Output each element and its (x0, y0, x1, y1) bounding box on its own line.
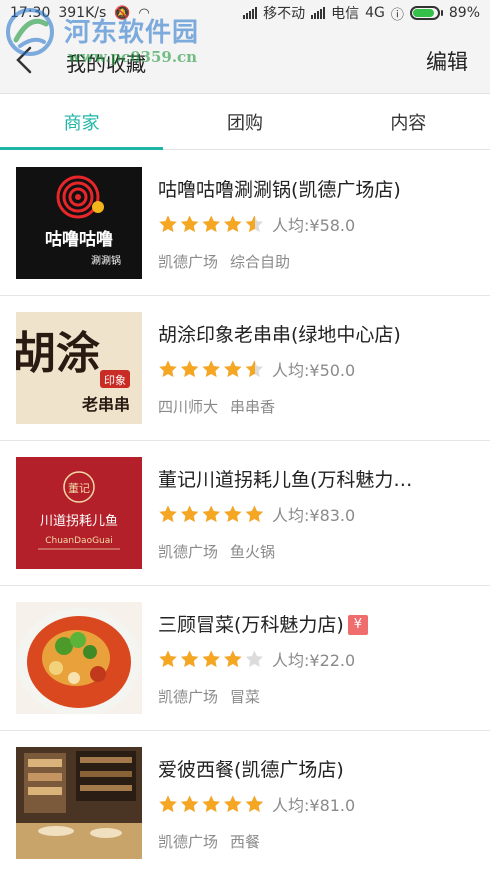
status-bar: 17:30 391K/s 🔕 ◠ 移不动 电信 4G ⓘ 89% (0, 0, 490, 26)
average-price: 人均:¥58.0 (272, 216, 356, 235)
svg-text:董记: 董记 (68, 482, 90, 495)
merchant-tags: 凯德广场 综合自助 (158, 251, 290, 272)
wifi-icon: ◠ (138, 5, 150, 21)
tab-group-buy[interactable]: 团购 (163, 94, 326, 149)
battery-percent: 89% (448, 5, 480, 21)
average-price: 人均:¥81.0 (272, 796, 356, 815)
merchant-name: 胡涂印象老串串(绿地中心店) (158, 324, 401, 346)
merchant-name: 三顾冒菜(万科魅力店) ¥ (158, 610, 476, 637)
average-price: 人均:¥50.0 (272, 361, 356, 380)
average-price: 人均:¥22.0 (272, 651, 356, 670)
star-rating (158, 358, 266, 380)
edit-button[interactable]: 编辑 (426, 46, 468, 76)
merchant-tags: 凯德广场 西餐 (158, 831, 260, 852)
svg-text:印象: 印象 (104, 374, 126, 387)
merchant-tags: 凯德广场 冒菜 (158, 686, 260, 707)
list-item[interactable]: 董记 川道拐耗儿鱼 ChuanDaoGuai 董记川道拐耗儿鱼(万科魅力… 人均… (0, 441, 490, 586)
charging-icon: ⓘ (390, 7, 404, 23)
restaurant-interior-image (16, 747, 142, 859)
favorites-list: 咕噜咕噜 涮涮锅 咕噜咕噜涮涮锅(凯德广场店) 人均:¥58.0 凯德广场 综合… (0, 151, 490, 870)
list-item[interactable]: 爱彼西餐(凯德广场店) 人均:¥81.0 凯德广场 西餐 (0, 731, 490, 870)
signal-icon (311, 7, 326, 19)
back-arrow-icon (16, 46, 32, 74)
star-rating (158, 648, 266, 670)
category-tag: 串串香 (230, 398, 276, 416)
svg-text:咕噜咕噜: 咕噜咕噜 (45, 229, 113, 250)
svg-text:涮涮锅: 涮涮锅 (91, 255, 121, 267)
tab-bar: 商家 团购 内容 (0, 94, 490, 150)
merchant-tags: 四川师大 串串香 (158, 396, 275, 417)
hotpot-logo-image: 咕噜咕噜 涮涮锅 (45, 175, 121, 267)
status-network-type: 4G (365, 5, 385, 21)
star-rating (158, 793, 266, 815)
merchant-thumbnail: 胡涂 印象 老串串 (16, 312, 142, 424)
star-rating-fill (158, 358, 256, 380)
tab-merchants[interactable]: 商家 (0, 94, 164, 150)
status-carrier-2: 电信 (331, 6, 360, 22)
area-tag: 四川师大 (158, 398, 219, 416)
status-carrier-1: 移不动 (263, 6, 306, 22)
status-net-speed: 391K/s (58, 5, 107, 21)
rating-row: 人均:¥83.0 (158, 503, 355, 525)
svg-text:ChuanDaoGuai: ChuanDaoGuai (45, 536, 113, 546)
page-title: 我的收藏 (66, 52, 146, 76)
status-time: 17:30 (10, 5, 51, 21)
area-tag: 凯德广场 (158, 543, 219, 561)
merchant-tags: 凯德广场 鱼火锅 (158, 541, 275, 562)
battery-icon (409, 6, 443, 20)
area-tag: 凯德广场 (158, 833, 219, 851)
rating-row: 人均:¥50.0 (158, 358, 355, 380)
list-item[interactable]: 咕噜咕噜 涮涮锅 咕噜咕噜涮涮锅(凯德广场店) 人均:¥58.0 凯德广场 综合… (0, 151, 490, 296)
group-buy-badge: ¥ (347, 615, 368, 635)
rating-row: 人均:¥22.0 (158, 648, 355, 670)
svg-text:川道拐耗儿鱼: 川道拐耗儿鱼 (40, 513, 118, 529)
rating-row: 人均:¥81.0 (158, 793, 355, 815)
average-price: 人均:¥83.0 (272, 506, 356, 525)
area-tag: 凯德广场 (158, 688, 219, 706)
rating-row: 人均:¥58.0 (158, 213, 355, 235)
merchant-name: 爱彼西餐(凯德广场店) (158, 759, 344, 781)
category-tag: 西餐 (230, 833, 261, 851)
area-tag: 凯德广场 (158, 253, 219, 271)
category-tag: 综合自助 (230, 253, 291, 271)
merchant-thumbnail (16, 747, 142, 859)
star-rating (158, 503, 266, 525)
star-rating (158, 213, 266, 235)
star-rating-fill (158, 213, 256, 235)
category-tag: 鱼火锅 (230, 543, 276, 561)
list-item[interactable]: 三顾冒菜(万科魅力店) ¥ 人均:¥22.0 凯德广场 冒菜 (0, 586, 490, 731)
star-rating-fill (158, 503, 266, 525)
category-tag: 冒菜 (230, 688, 261, 706)
tab-content[interactable]: 内容 (327, 94, 490, 149)
svg-text:老串串: 老串串 (81, 395, 130, 414)
merchant-thumbnail: 咕噜咕噜 涮涮锅 (16, 167, 142, 279)
fish-restaurant-logo-image: 董记 川道拐耗儿鱼 ChuanDaoGuai (38, 471, 120, 550)
list-item[interactable]: 胡涂 印象 老串串 胡涂印象老串串(绿地中心店) 人均:¥50.0 四川师大 串… (0, 296, 490, 441)
back-button[interactable] (6, 40, 46, 80)
mute-icon: 🔕 (114, 5, 131, 21)
merchant-thumbnail (16, 602, 142, 714)
svg-text:胡涂: 胡涂 (16, 328, 100, 379)
merchant-name-text: 三顾冒菜(万科魅力店) (158, 614, 344, 636)
star-rating-fill (158, 793, 266, 815)
signal-icon (243, 7, 258, 19)
merchant-name: 咕噜咕噜涮涮锅(凯德广场店) (158, 179, 401, 201)
title-bar: 我的收藏 编辑 (0, 26, 490, 94)
skewer-logo-image: 胡涂 印象 老串串 (16, 328, 130, 414)
star-rating-fill (158, 648, 244, 670)
merchant-name: 董记川道拐耗儿鱼(万科魅力… (158, 469, 413, 491)
food-photo-image (17, 608, 141, 714)
merchant-thumbnail: 董记 川道拐耗儿鱼 ChuanDaoGuai (16, 457, 142, 569)
